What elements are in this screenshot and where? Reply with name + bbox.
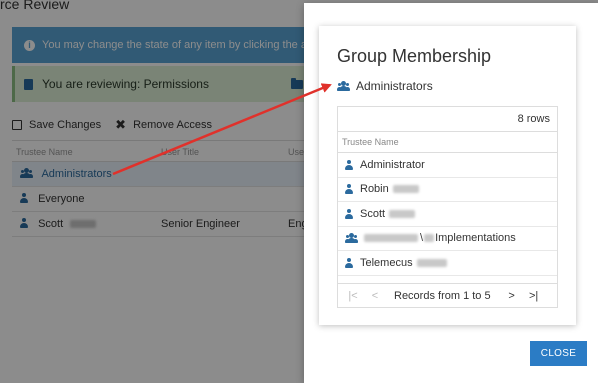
- redacted-text: [416, 258, 447, 267]
- member-name: Robin: [360, 183, 389, 196]
- records-range: Records from 1 to 5: [394, 289, 491, 302]
- user-icon: [345, 159, 353, 170]
- group-icon: [345, 233, 358, 244]
- member-name: Administrator: [360, 158, 425, 171]
- close-button[interactable]: CLOSE: [530, 341, 587, 366]
- member-name: Scott: [360, 207, 386, 220]
- redacted-text: [364, 234, 418, 243]
- dialog-panel: Group Membership Administrators 8 rows T…: [319, 26, 576, 325]
- first-page-button[interactable]: |<: [344, 290, 362, 302]
- group-header: Administrators: [337, 79, 433, 93]
- user-icon: [345, 184, 353, 195]
- dialog-title: Group Membership: [337, 46, 492, 66]
- redacted-text: [392, 185, 419, 194]
- member-name: \: [420, 232, 424, 245]
- list-item[interactable]: Robin: [338, 178, 557, 202]
- previous-page-button[interactable]: <: [366, 290, 384, 302]
- redacted-text: [389, 209, 416, 218]
- last-page-button[interactable]: >|: [525, 290, 543, 302]
- member-suffix: Implementations: [435, 232, 516, 245]
- user-icon: [345, 208, 353, 219]
- user-icon: [345, 257, 353, 268]
- group-icon: [337, 81, 350, 91]
- list-item[interactable]: Scott: [338, 202, 557, 227]
- rows-count: 8 rows: [517, 113, 550, 125]
- next-page-button[interactable]: >: [503, 290, 521, 302]
- list-item[interactable]: \ Implementations: [338, 227, 557, 251]
- redacted-text: [424, 234, 435, 243]
- member-name: Telemecus: [360, 256, 413, 269]
- group-membership-dialog: Group Membership Administrators 8 rows T…: [304, 3, 598, 383]
- column-header-trustee[interactable]: Trustee Name: [338, 131, 557, 153]
- list-item[interactable]: Administrator: [338, 153, 557, 178]
- group-name: Administrators: [356, 79, 433, 93]
- members-grid: 8 rows Trustee Name Administrator Robin …: [337, 106, 558, 308]
- pager: |< < Records from 1 to 5 > >|: [338, 283, 557, 307]
- list-item[interactable]: Telemecus: [338, 251, 557, 276]
